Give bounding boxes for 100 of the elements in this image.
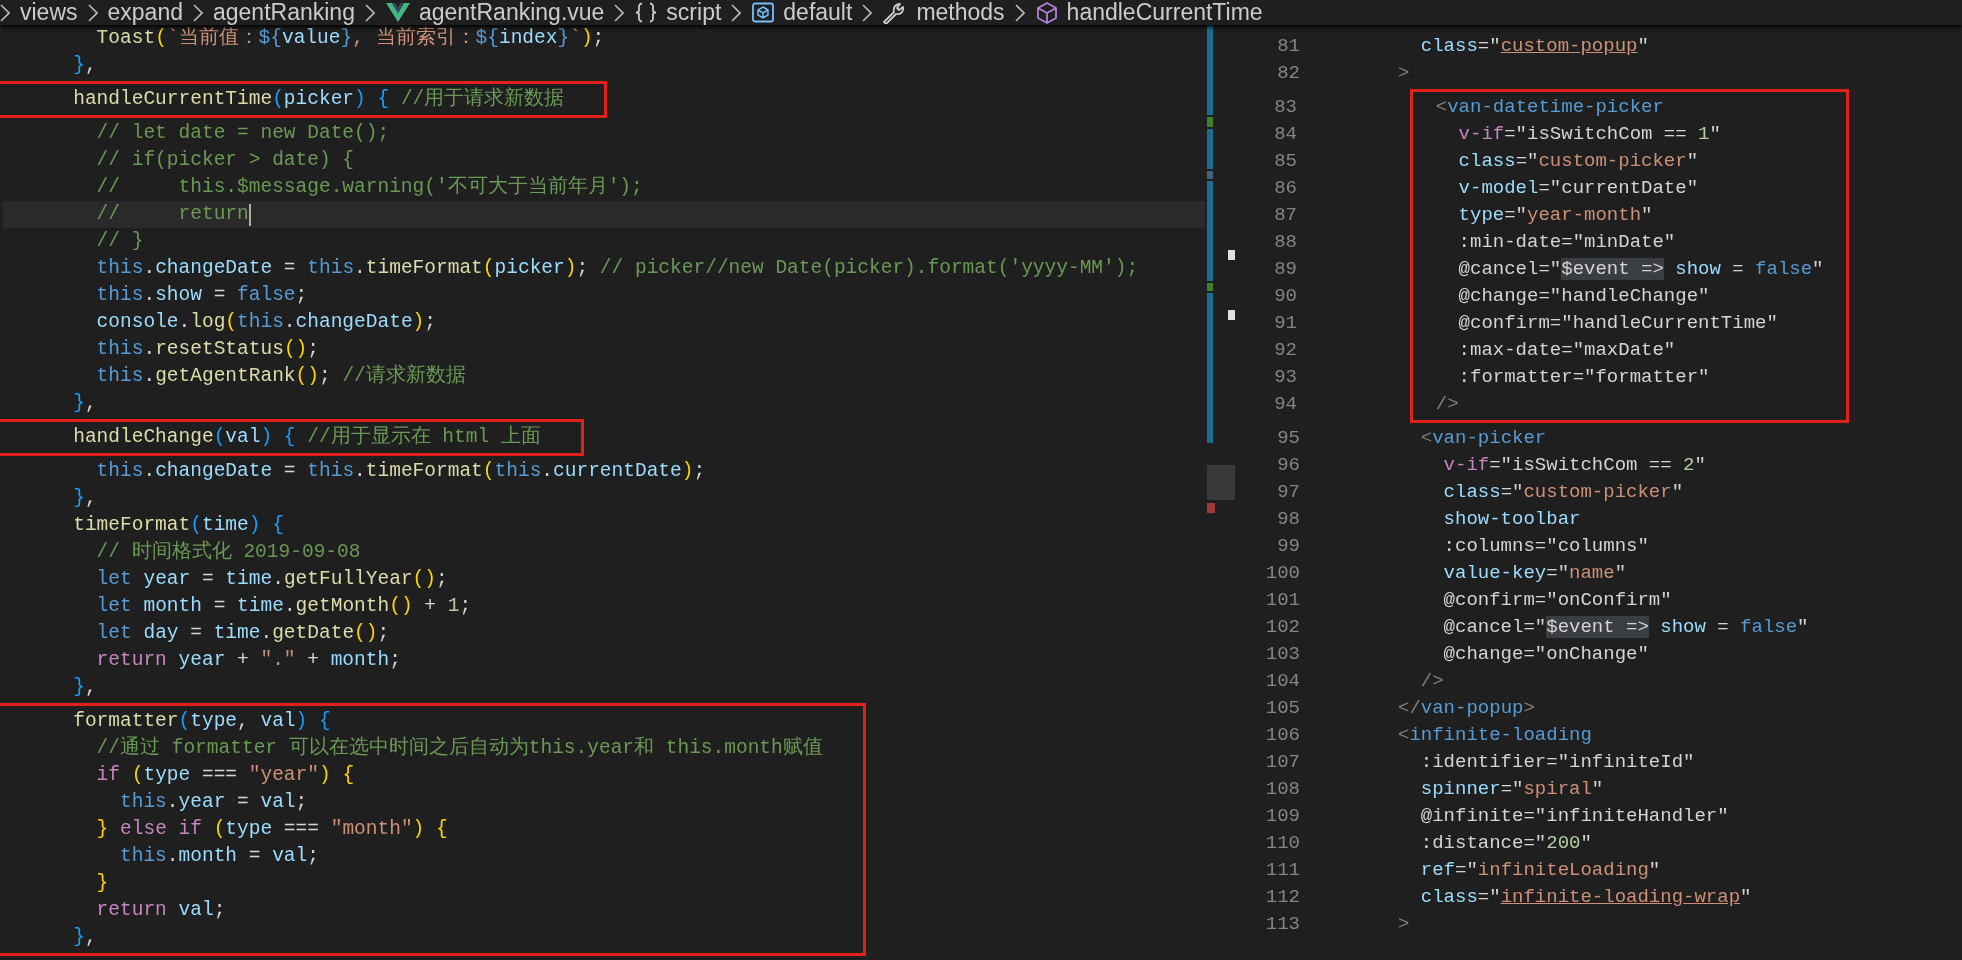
chevron-icon (87, 3, 98, 22)
line-number: 105 (1264, 696, 1300, 721)
code-line: @cancel="$event => show = false" (1457, 257, 1824, 282)
vue-logo-icon (384, 2, 411, 23)
code-line: @confirm="onConfirm" (1442, 588, 1672, 613)
chevron-icon (1014, 3, 1025, 22)
code-line: @cancel="$event => show = false" (1442, 615, 1809, 640)
code-line: formatter(type, val) { (72, 709, 331, 734)
line-number: 112 (1264, 885, 1300, 910)
code-line: // return (95, 202, 249, 227)
breadcrumb-item[interactable]: handleCurrentTime (1034, 0, 1263, 25)
line-number: 87 (1273, 203, 1297, 228)
code-line: // 时间格式化 2019-09-08 (95, 539, 361, 565)
text-cursor (248, 203, 251, 226)
cube-icon (1034, 1, 1059, 24)
code-line: class="custom-picker" (1457, 149, 1699, 174)
code-line: > (1398, 912, 1410, 937)
line-number: 101 (1264, 588, 1300, 613)
code-line: this.month = val; (119, 844, 319, 869)
code-line: Toast(`当前值：${value}, 当前索引：${index}`); (95, 26, 605, 51)
code-line: return val; (95, 898, 226, 923)
line-number: 88 (1273, 230, 1297, 255)
code-line: }, (72, 391, 97, 416)
line-number: 98 (1276, 507, 1300, 532)
code-line: let year = time.getFullYear(); (95, 567, 448, 592)
chevron-icon (193, 3, 203, 22)
code-line: @confirm="handleCurrentTime" (1457, 311, 1778, 336)
code-line: }, (72, 486, 97, 511)
line-number: 94 (1273, 392, 1297, 417)
code-line: :max-date="maxDate" (1457, 338, 1676, 363)
code-line: timeFormat(time) { (72, 513, 284, 538)
code-line: :formatter="formatter" (1457, 365, 1710, 390)
code-line: :distance="200" (1419, 831, 1592, 856)
line-number: 91 (1273, 311, 1297, 336)
code-line: } else if (type === "month") { (95, 817, 448, 842)
chevron-icon (614, 3, 625, 22)
code-line: handleChange(val) { //用于显示在 html 上面 (72, 424, 541, 450)
line-number: 103 (1264, 642, 1300, 667)
line-number: 99 (1276, 534, 1300, 559)
braces-icon (634, 2, 659, 23)
code-line: type="year-month" (1457, 203, 1653, 228)
code-line: show-toolbar (1442, 507, 1581, 532)
breadcrumb-item[interactable]: default (751, 0, 853, 25)
code-line: }, (72, 925, 97, 950)
line-number: 96 (1276, 453, 1300, 478)
code-line: <infinite-loading (1398, 723, 1592, 748)
code-line: v-if="isSwitchCom == 1" (1457, 122, 1721, 147)
line-number: 83 (1273, 95, 1297, 120)
line-number: 110 (1264, 831, 1300, 856)
chevron-icon (364, 3, 375, 22)
code-line: this.getAgentRank(); //请求新数据 (95, 363, 466, 389)
code-line: }, (72, 675, 97, 700)
code-line: v-if="isSwitchCom == 2" (1442, 453, 1706, 478)
code-line: </van-popup> (1398, 696, 1535, 721)
code-line: handleCurrentTime(picker) { //用于请求新数据 (72, 86, 565, 112)
code-line: // let date = new Date(); (95, 121, 390, 146)
line-number: 90 (1273, 284, 1297, 309)
code-line: v-model="currentDate" (1457, 176, 1699, 201)
line-number: 95 (1276, 426, 1300, 451)
line-number: 81 (1276, 34, 1300, 59)
code-line: } (95, 871, 109, 896)
line-number: 93 (1273, 365, 1297, 390)
code-line: this.show = false; (95, 283, 308, 308)
code-line: // this.$message.warning('不可大于当前年月'); (95, 174, 643, 200)
code-line: this.changeDate = this.timeFormat(picker); // picker//new Date(picker).format('yyyy-MM'); (95, 256, 1139, 281)
code-line: this.changeDate = this.timeFormat(this.currentDate); (95, 459, 706, 484)
code-line: @change="onChange" (1442, 642, 1649, 667)
module-icon (751, 2, 776, 23)
breadcrumb-item[interactable]: expand (107, 0, 183, 25)
code-line: }, (72, 53, 97, 78)
code-line: @infinite="infiniteHandler" (1419, 804, 1729, 829)
line-number: 89 (1273, 257, 1297, 282)
code-line: :min-date="minDate" (1457, 230, 1676, 255)
code-line: let month = time.getMonth() + 1; (95, 594, 472, 619)
code-line: this.resetStatus(); (95, 337, 319, 362)
code-line: //通过 formatter 可以在选中时间之后自动为this.year和 this.month赋值 (95, 735, 823, 761)
breadcrumb-item[interactable]: methods (882, 0, 1005, 25)
code-line: spinner="spiral" (1419, 777, 1604, 802)
code-line: <van-picker (1419, 426, 1547, 451)
code-line: value-key="name" (1442, 561, 1627, 586)
code-line: class="infinite-loading-wrap" (1419, 885, 1752, 910)
line-number: 85 (1273, 149, 1297, 174)
line-number: 111 (1264, 858, 1300, 883)
chevron-icon (731, 3, 742, 22)
line-number: 113 (1264, 912, 1300, 937)
code-line: return year + "." + month; (95, 648, 401, 673)
code-line: class="custom-picker" (1442, 480, 1684, 505)
code-line: this.year = val; (119, 790, 308, 815)
breadcrumb-item[interactable]: script (634, 0, 722, 25)
breadcrumb-item[interactable]: agentRanking.vue (384, 0, 605, 25)
breadcrumb-item[interactable]: agentRanking (213, 0, 355, 25)
code-line: // if(picker > date) { (95, 148, 355, 173)
code-line: console.log(this.changeDate); (95, 310, 436, 335)
line-number: 84 (1273, 122, 1297, 147)
line-number: 104 (1264, 669, 1300, 694)
line-number: 107 (1264, 750, 1300, 775)
line-number: 108 (1264, 777, 1300, 802)
breadcrumb-item[interactable]: views (20, 0, 78, 25)
line-number: 109 (1264, 804, 1300, 829)
code-line: :identifier="infiniteId" (1419, 750, 1695, 775)
